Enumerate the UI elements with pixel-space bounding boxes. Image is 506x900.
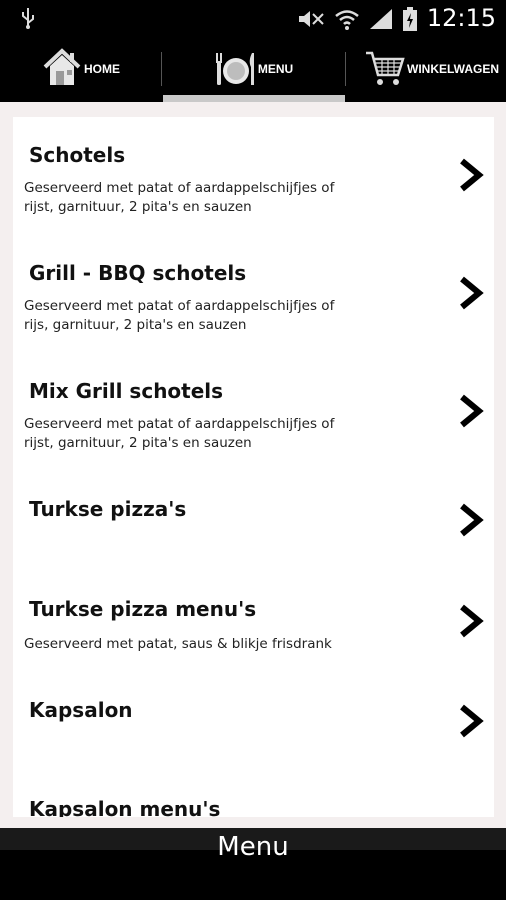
usb-icon	[20, 6, 36, 35]
top-navigation: HOME MENU WINKELWAGEN	[0, 36, 506, 102]
mute-icon	[296, 7, 326, 36]
cart-icon	[365, 48, 405, 91]
clock: 12:15	[426, 4, 496, 32]
active-tab-indicator	[163, 95, 345, 102]
tab-divider	[161, 52, 162, 86]
item-title: Grill - BBQ schotels	[29, 261, 247, 285]
item-description: Geserveerd met patat of aardappelschijfj…	[24, 180, 335, 215]
list-item[interactable]: Turkse pizza menu's Geserveerd met patat…	[13, 571, 494, 672]
status-bar: 12:15	[0, 0, 506, 36]
item-description: Geserveerd met patat of aardappelschijfj…	[24, 416, 335, 451]
bottom-title: Menu	[217, 832, 289, 862]
signal-icon	[368, 7, 394, 36]
list-item[interactable]: Kapsalon menu's	[13, 772, 494, 817]
item-description: Geserveerd met patat, saus & blikje fris…	[24, 636, 332, 652]
battery-icon	[402, 6, 418, 37]
list-item[interactable]: Kapsalon	[13, 672, 494, 772]
item-title: Mix Grill schotels	[29, 379, 224, 403]
tab-home[interactable]: HOME	[0, 36, 162, 102]
list-item[interactable]: Turkse pizza's	[13, 471, 494, 571]
menu-list: Schotels Geserveerd met patat of aardapp…	[13, 117, 494, 817]
list-item[interactable]: Grill - BBQ schotels Geserveerd met pata…	[13, 235, 494, 353]
item-title: Kapsalon	[29, 698, 133, 722]
bottom-title-bar: Menu	[0, 832, 506, 900]
chevron-right-icon	[460, 394, 484, 428]
chevron-right-icon	[460, 503, 484, 537]
tab-divider	[345, 52, 346, 86]
item-title: Turkse pizza's	[29, 497, 187, 521]
chevron-right-icon	[460, 704, 484, 738]
home-icon	[42, 47, 82, 92]
list-item[interactable]: Mix Grill schotels Geserveerd met patat …	[13, 353, 494, 471]
plate-icon	[214, 47, 256, 92]
chevron-right-icon	[460, 276, 484, 310]
item-title: Turkse pizza menu's	[29, 597, 257, 621]
chevron-right-icon	[460, 604, 484, 638]
tab-home-label: HOME	[84, 62, 120, 76]
list-item[interactable]: Schotels Geserveerd met patat of aardapp…	[13, 117, 494, 235]
tab-winkelwagen[interactable]: WINKELWAGEN	[345, 36, 506, 102]
item-description: Geserveerd met patat of aardappelschijfj…	[24, 298, 335, 333]
wifi-icon	[334, 7, 360, 36]
tab-menu[interactable]: MENU	[162, 36, 345, 102]
item-title: Kapsalon menu's	[29, 797, 221, 817]
tab-menu-label: MENU	[257, 62, 294, 76]
chevron-right-icon	[460, 158, 484, 192]
item-title: Schotels	[29, 143, 126, 167]
tab-winkelwagen-label: WINKELWAGEN	[407, 62, 499, 76]
